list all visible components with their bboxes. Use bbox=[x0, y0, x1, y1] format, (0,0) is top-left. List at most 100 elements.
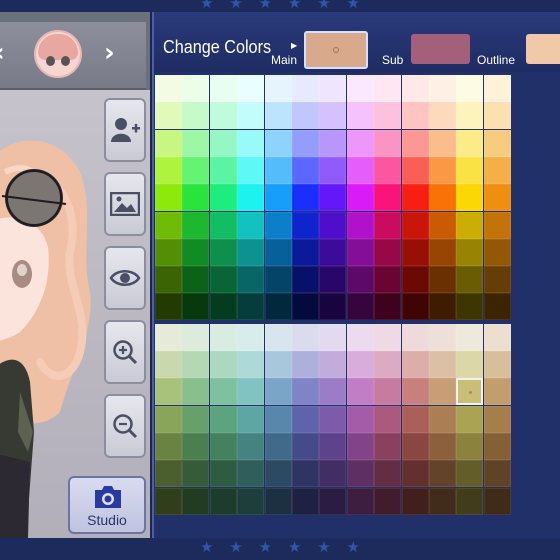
color-cell[interactable] bbox=[182, 266, 210, 294]
color-cell[interactable] bbox=[401, 323, 429, 351]
color-cell[interactable] bbox=[374, 405, 402, 433]
color-cell[interactable] bbox=[264, 102, 292, 130]
color-cell[interactable] bbox=[237, 432, 265, 460]
color-cell[interactable] bbox=[374, 184, 402, 212]
color-cell[interactable] bbox=[483, 102, 511, 130]
color-cell[interactable] bbox=[456, 487, 484, 515]
color-cell[interactable] bbox=[237, 405, 265, 433]
color-cell[interactable] bbox=[264, 293, 292, 321]
color-cell[interactable] bbox=[401, 266, 429, 294]
color-cell[interactable] bbox=[155, 487, 182, 515]
color-cell[interactable] bbox=[155, 102, 182, 130]
color-cell[interactable] bbox=[155, 211, 182, 239]
color-cell[interactable] bbox=[209, 102, 237, 130]
color-cell[interactable] bbox=[182, 102, 210, 130]
color-cell[interactable] bbox=[319, 156, 347, 184]
color-cell[interactable] bbox=[264, 238, 292, 266]
color-cell[interactable] bbox=[456, 238, 484, 266]
color-cell[interactable] bbox=[292, 323, 319, 351]
color-cell[interactable] bbox=[429, 378, 456, 406]
color-cell[interactable] bbox=[401, 211, 429, 239]
color-cell[interactable] bbox=[237, 156, 265, 184]
add-character-button[interactable] bbox=[104, 98, 146, 162]
color-cell[interactable] bbox=[346, 351, 374, 378]
color-cell[interactable] bbox=[292, 156, 319, 184]
hide-ui-button[interactable] bbox=[104, 246, 146, 310]
color-cell[interactable] bbox=[292, 102, 319, 130]
color-cell[interactable] bbox=[374, 487, 402, 515]
color-cell[interactable] bbox=[155, 293, 182, 321]
color-cell[interactable] bbox=[429, 156, 456, 184]
color-cell[interactable] bbox=[429, 487, 456, 515]
color-cell[interactable] bbox=[483, 460, 511, 488]
color-cell[interactable] bbox=[264, 266, 292, 294]
color-cell[interactable] bbox=[374, 432, 402, 460]
color-cell[interactable] bbox=[264, 487, 292, 515]
color-cell[interactable] bbox=[429, 460, 456, 488]
color-cell[interactable] bbox=[429, 75, 456, 102]
color-cell[interactable] bbox=[292, 351, 319, 378]
color-cell[interactable] bbox=[346, 129, 374, 157]
color-cell[interactable] bbox=[401, 156, 429, 184]
color-cell[interactable] bbox=[155, 460, 182, 488]
color-cell[interactable] bbox=[346, 184, 374, 212]
color-cell[interactable] bbox=[209, 266, 237, 294]
color-cell[interactable] bbox=[401, 102, 429, 130]
color-cell[interactable] bbox=[401, 293, 429, 321]
color-cell[interactable] bbox=[292, 460, 319, 488]
color-cell[interactable] bbox=[264, 129, 292, 157]
color-cell[interactable] bbox=[456, 129, 484, 157]
color-cell[interactable] bbox=[319, 75, 347, 102]
color-cell[interactable] bbox=[237, 75, 265, 102]
color-cell[interactable] bbox=[237, 102, 265, 130]
color-cell[interactable] bbox=[456, 323, 484, 351]
color-cell[interactable] bbox=[456, 460, 484, 488]
color-cell[interactable] bbox=[456, 184, 484, 212]
color-cell[interactable] bbox=[209, 323, 237, 351]
color-cell[interactable] bbox=[346, 293, 374, 321]
main-color-swatch[interactable] bbox=[304, 31, 368, 69]
color-cell[interactable] bbox=[182, 184, 210, 212]
color-cell[interactable] bbox=[346, 405, 374, 433]
color-cell[interactable] bbox=[319, 184, 347, 212]
color-cell[interactable] bbox=[319, 460, 347, 488]
color-cell[interactable] bbox=[483, 432, 511, 460]
color-cell[interactable] bbox=[209, 75, 237, 102]
color-cell[interactable] bbox=[346, 75, 374, 102]
color-cell[interactable] bbox=[346, 102, 374, 130]
color-cell[interactable] bbox=[155, 129, 182, 157]
color-cell[interactable] bbox=[292, 129, 319, 157]
color-cell[interactable] bbox=[237, 238, 265, 266]
color-cell[interactable] bbox=[346, 432, 374, 460]
color-cell[interactable] bbox=[346, 211, 374, 239]
color-cell[interactable] bbox=[319, 238, 347, 266]
color-cell[interactable] bbox=[209, 129, 237, 157]
color-cell[interactable] bbox=[374, 156, 402, 184]
outline-color-swatch[interactable] bbox=[526, 34, 560, 64]
color-cell[interactable] bbox=[182, 378, 210, 406]
color-cell[interactable] bbox=[319, 323, 347, 351]
color-cell[interactable] bbox=[264, 323, 292, 351]
color-cell[interactable] bbox=[155, 323, 182, 351]
color-cell[interactable] bbox=[237, 487, 265, 515]
color-cell[interactable] bbox=[483, 487, 511, 515]
color-cell[interactable] bbox=[456, 378, 484, 406]
color-cell[interactable] bbox=[456, 432, 484, 460]
color-cell[interactable] bbox=[292, 266, 319, 294]
color-cell[interactable] bbox=[429, 184, 456, 212]
color-cell[interactable] bbox=[456, 102, 484, 130]
color-cell[interactable] bbox=[182, 487, 210, 515]
color-cell[interactable] bbox=[209, 460, 237, 488]
color-cell[interactable] bbox=[456, 293, 484, 321]
color-cell[interactable] bbox=[374, 238, 402, 266]
color-cell[interactable] bbox=[401, 351, 429, 378]
color-cell[interactable] bbox=[319, 378, 347, 406]
color-cell[interactable] bbox=[155, 378, 182, 406]
color-cell[interactable] bbox=[264, 184, 292, 212]
color-cell[interactable] bbox=[292, 184, 319, 212]
color-cell[interactable] bbox=[237, 184, 265, 212]
color-cell[interactable] bbox=[374, 266, 402, 294]
color-cell[interactable] bbox=[374, 323, 402, 351]
color-cell[interactable] bbox=[456, 405, 484, 433]
color-cell[interactable] bbox=[483, 184, 511, 212]
